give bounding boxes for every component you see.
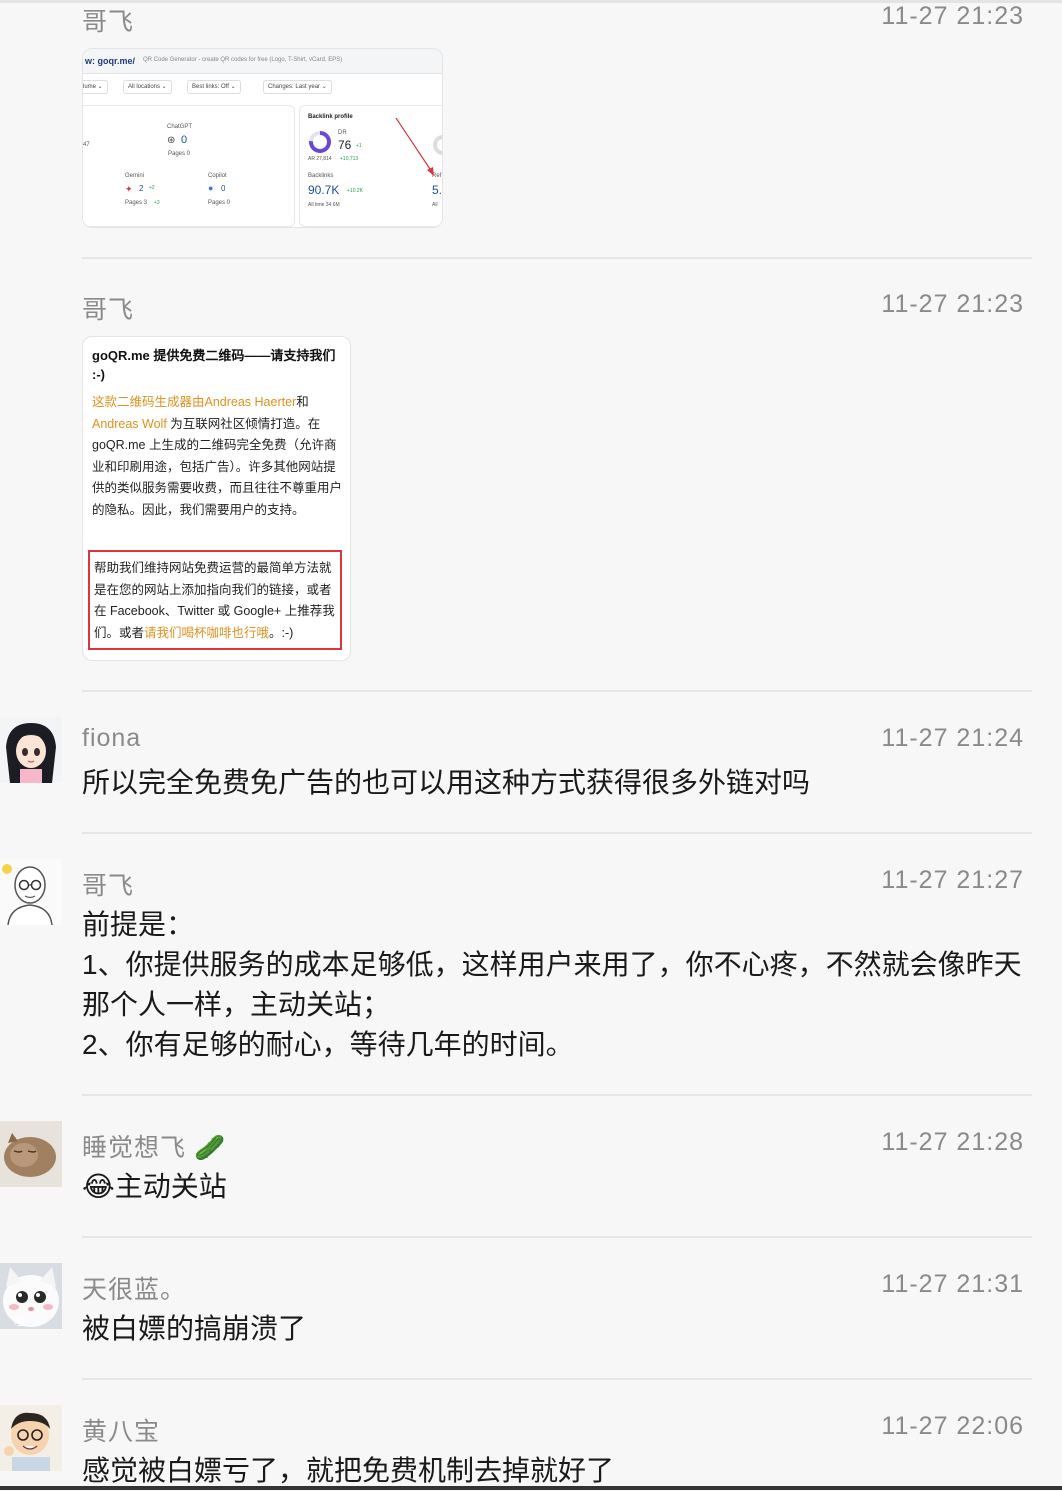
screenshot-image-goqr-support[interactable]: goQR.me 提供免费二维码——请支持我们 :-) 这款二维码生成器由Andr… xyxy=(82,336,351,661)
screenshot-image-ahrefs[interactable]: w: goqr.me/ QR Code Generator - create Q… xyxy=(82,48,443,228)
message-6: 哇~ 天很蓝。 11-27 21:31 被白嫖的搞崩溃了 xyxy=(0,1237,1062,1379)
gemini-delta: +2 xyxy=(149,185,155,191)
message-text: 被白嫖的搞崩溃了 xyxy=(82,1313,307,1344)
message-time: 11-27 21:28 xyxy=(881,1128,1024,1156)
chatgpt-value: 0 xyxy=(181,134,188,146)
support-box-text: 帮助我们维持网站免费运营的最简单方法就是在您的网站上添加指向我们的链接，或者在 … xyxy=(94,558,340,644)
message-text: 前提是： 1、你提供服务的成本足够低，这样用户来用了，你不心疼，不然就会像昨天那… xyxy=(82,909,1022,1060)
message-time: 11-27 22:06 xyxy=(881,1412,1024,1440)
box-end: 。:-) xyxy=(269,625,294,640)
avatar[interactable] xyxy=(0,717,62,783)
sender-name[interactable]: 黄八宝 xyxy=(82,1412,160,1448)
laughing-emoji-icon: 😂 xyxy=(82,1171,115,1202)
goqr-support-body: 这款二维码生成器由Andreas Haerter和 Andreas Wolf 为互… xyxy=(92,392,344,521)
sender-name-text: 睡觉想飞 xyxy=(82,1134,187,1162)
backlink-profile-panel: Backlink profile DR 76 +1 AR 27,814 +10,… xyxy=(299,105,443,227)
dr-value: 76 xyxy=(338,138,352,152)
message-5: 睡觉想飞 🥒 11-27 21:28 😂主动关站 xyxy=(0,1095,1062,1237)
bottom-edge xyxy=(0,1486,1062,1490)
cucumber-emoji-icon: 🥒 xyxy=(193,1134,227,1162)
copilot-label: Copilot xyxy=(208,173,227,179)
gemini-value: 2 xyxy=(139,184,144,193)
filter-changes: Changes: Last year ⌄ xyxy=(263,80,332,94)
dr-label: DR xyxy=(338,130,347,136)
dr-donut-icon xyxy=(309,131,331,153)
chatgpt-icon: ⊛ xyxy=(167,135,176,146)
sender-name[interactable]: 哥飞 xyxy=(82,2,134,38)
message-1: 哥飞 11-27 21:23 w: goqr.me/ QR Code Gener… xyxy=(0,0,1062,258)
backlinks-label: Backlinks xyxy=(308,173,334,179)
filter-locations: All locations ⌄ xyxy=(123,80,172,94)
message-7: 黄八宝 11-27 22:06 感觉被白嫖亏了，就把免费机制去掉就好了 xyxy=(0,1379,1062,1487)
message-time: 11-27 21:23 xyxy=(881,2,1024,30)
ahrefs-url: w: goqr.me/ xyxy=(85,56,136,66)
ref-sub: All xyxy=(432,202,438,208)
avatar-caption: 哇~ xyxy=(14,1316,32,1328)
ar-text: AR 27,814 xyxy=(308,156,332,162)
dr-delta: +1 xyxy=(356,143,362,149)
author-link-1[interactable]: 这款二维码生成器由Andreas Haerter xyxy=(92,395,296,409)
ar-delta: +10,713 xyxy=(340,156,359,162)
cartoon-man-glasses-avatar-icon xyxy=(0,1405,62,1471)
bald-man-glasses-avatar-icon xyxy=(0,859,62,925)
avatar[interactable] xyxy=(0,859,62,925)
gemini-pages-delta: +3 xyxy=(154,200,160,206)
message-text-body: 主动关站 xyxy=(114,1171,227,1202)
message-time: 11-27 21:24 xyxy=(881,724,1024,752)
message-time: 11-27 21:23 xyxy=(881,290,1024,318)
sleeping-cat-avatar-icon xyxy=(0,1121,62,1187)
avatar[interactable] xyxy=(0,1405,62,1471)
ref-ring-icon xyxy=(433,135,442,155)
ahrefs-desc: QR Code Generator - create QR codes for … xyxy=(143,57,343,63)
ahrefs-filters: lume ⌄ All locations ⌄ Best links: Off ⌄… xyxy=(83,77,442,97)
message-4: 哥飞 11-27 21:27 前提是： 1、你提供服务的成本足够低，这样用户来用… xyxy=(0,833,1062,1095)
message-text: 感觉被白嫖亏了，就把免费机制去掉就好了 xyxy=(82,1455,615,1486)
body-rest: 为互联网社区倾情打造。在 goQR.me 上生成的二维码完全免费（允许商业和印刷… xyxy=(92,416,343,517)
author-link-2[interactable]: Andreas Wolf xyxy=(92,417,167,431)
goqr-support-title: goQR.me 提供免费二维码——请支持我们 :-) xyxy=(92,348,336,382)
support-highlight-box: 帮助我们维持网站免费运营的最简单方法就是在您的网站上添加指向我们的链接，或者在 … xyxy=(88,550,342,650)
filter-volume: lume ⌄ xyxy=(83,80,108,94)
left-number: 47 xyxy=(83,142,90,148)
backlink-profile-title: Backlink profile xyxy=(308,114,353,120)
ahrefs-url-bar: w: goqr.me/ QR Code Generator - create Q… xyxy=(83,49,442,74)
sender-name[interactable]: 哥飞 xyxy=(82,866,134,902)
chatgpt-label: ChatGPT xyxy=(167,124,193,130)
ref-value: 5. xyxy=(432,183,443,197)
chatgpt-pages: Pages 0 xyxy=(168,151,191,157)
anime-girl-avatar-icon xyxy=(0,717,62,783)
backlinks-value: 90.7K xyxy=(308,183,340,197)
copilot-icon: ● xyxy=(208,183,214,193)
message-3: fiona 11-27 21:24 所以完全免费免广告的也可以用这种方式获得很多… xyxy=(0,691,1062,833)
gemini-icon: ✦ xyxy=(125,184,133,194)
backlinks-delta: +10.2K xyxy=(347,188,363,194)
avatar[interactable] xyxy=(0,1121,62,1187)
message-text: 所以完全免费免广告的也可以用这种方式获得很多外链对吗 xyxy=(82,767,811,798)
message-time: 11-27 21:27 xyxy=(881,866,1024,894)
gemini-pages: Pages 3 xyxy=(125,200,148,206)
and-text: 和 xyxy=(296,395,309,409)
message-text: 😂主动关站 xyxy=(82,1167,1027,1207)
message-time: 11-27 21:31 xyxy=(881,1270,1024,1298)
copilot-value: 0 xyxy=(221,184,226,193)
gemini-label: Gemini xyxy=(125,173,145,179)
sender-name[interactable]: fiona xyxy=(82,724,141,753)
copilot-pages: Pages 0 xyxy=(208,200,231,206)
coffee-link[interactable]: 请我们喝杯咖啡也行哦 xyxy=(144,626,269,640)
sender-name[interactable]: 睡觉想飞 🥒 xyxy=(82,1128,226,1164)
ai-mentions-panel: 47 ChatGPT ⊛ 0 Pages 0 Gemini ✦ 2 +2 Pag… xyxy=(83,105,295,227)
sender-name[interactable]: 天很蓝。 xyxy=(82,1270,186,1306)
alltime-text: All time 34.6M xyxy=(308,202,340,208)
sender-name[interactable]: 哥飞 xyxy=(82,290,134,326)
avatar[interactable]: 哇~ xyxy=(0,1263,62,1329)
filter-best-links: Best links: Off ⌄ xyxy=(187,80,241,94)
